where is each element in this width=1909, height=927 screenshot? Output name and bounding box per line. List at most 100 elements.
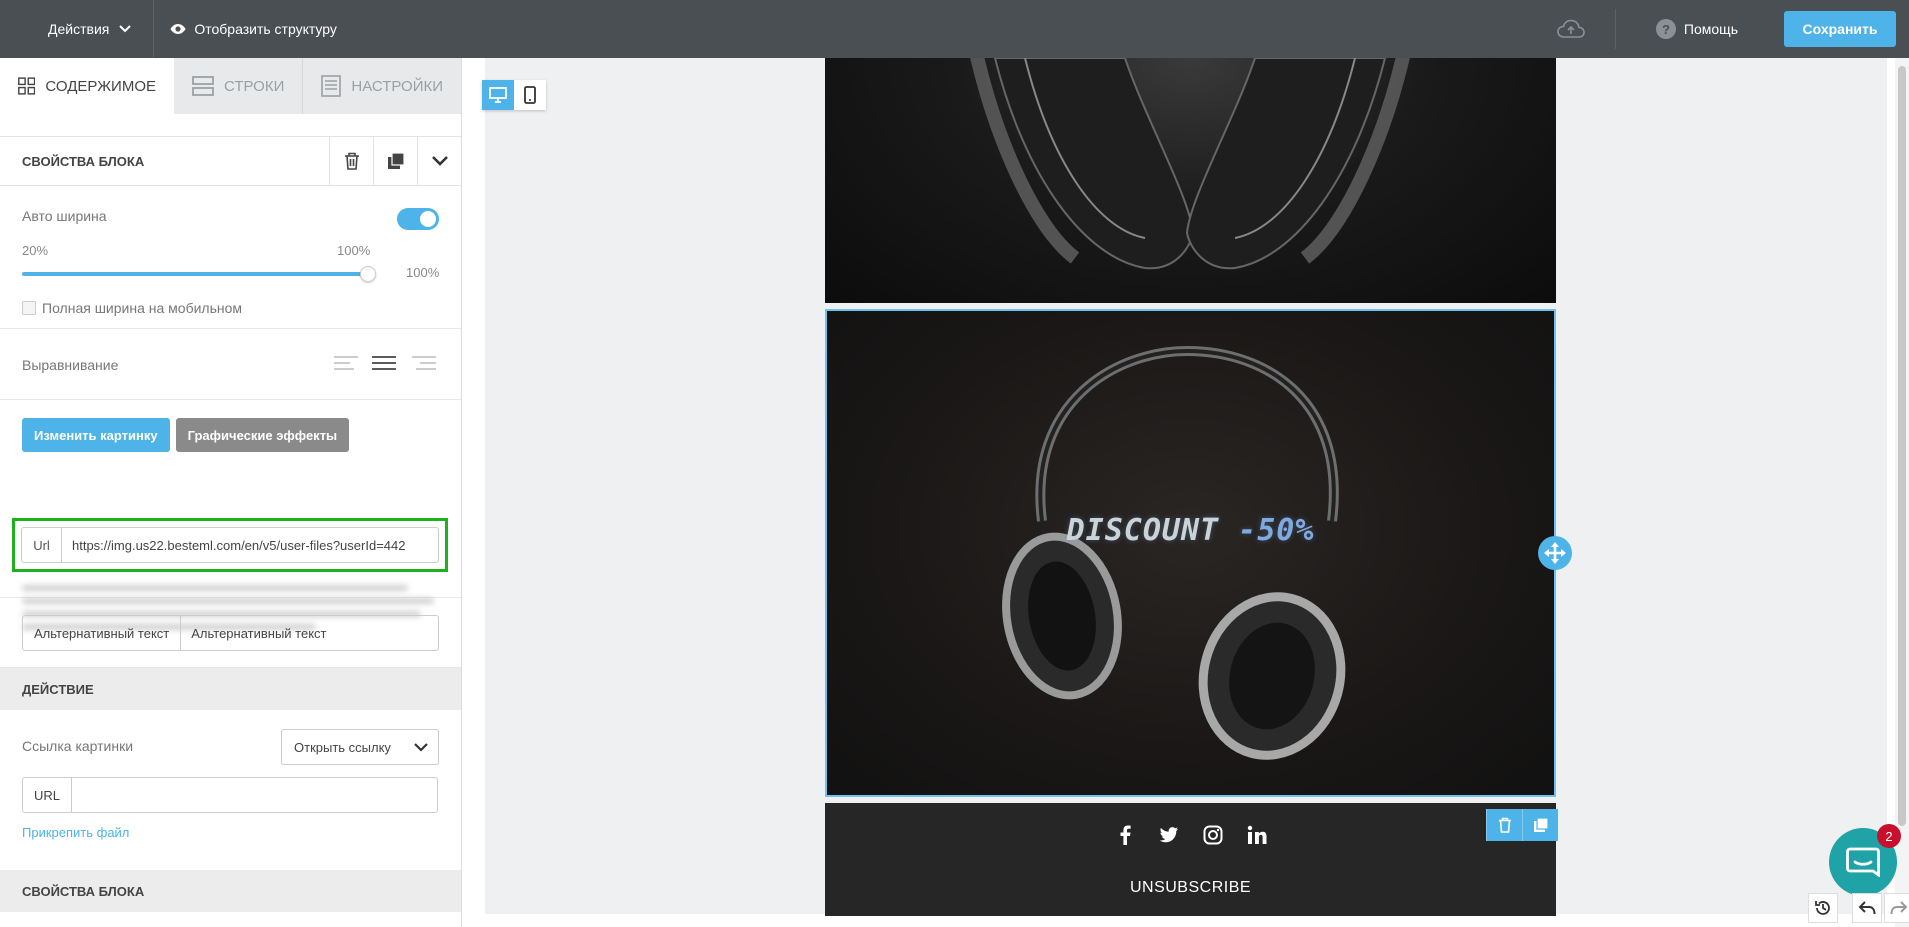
width-slider-track[interactable]: [22, 272, 372, 276]
duplicate-icon: [387, 152, 405, 169]
alignment-section: Выравнивание: [0, 329, 461, 400]
slider-max-label: 100%: [337, 243, 371, 258]
image-link-select-value: Открыть ссылку: [294, 739, 391, 755]
tab-content-label: СОДЕРЖИМОЕ: [45, 77, 156, 95]
unsubscribe-link[interactable]: UNSUBSCRIBE: [825, 879, 1556, 897]
discount-word: DISCOUNT: [1066, 513, 1220, 548]
desktop-icon: [489, 87, 507, 103]
align-center-icon[interactable]: [372, 355, 396, 371]
duplicate-block-button[interactable]: [373, 136, 417, 186]
alignment-label: Выравнивание: [22, 357, 119, 373]
rows-icon: [192, 76, 214, 96]
tab-content[interactable]: СОДЕРЖИМОЕ: [0, 58, 174, 114]
image-link-label: Ссылка картинки: [22, 738, 134, 754]
tab-settings[interactable]: НАСТРОЙКИ: [303, 58, 461, 114]
mobile-icon: [524, 86, 536, 104]
block-properties-header-2: СВОЙСТВА БЛОКА: [0, 870, 461, 912]
structure-label: Отобразить структуру: [194, 21, 337, 37]
cloud-upload-icon: [1557, 19, 1585, 38]
device-switcher: [482, 80, 546, 110]
help-button[interactable]: ? Помощь: [1655, 19, 1738, 39]
mobile-view-button[interactable]: [514, 80, 546, 110]
auto-width-toggle[interactable]: [397, 208, 439, 230]
email-footer: UNSUBSCRIBE: [825, 803, 1558, 916]
redo-icon: [1890, 901, 1908, 915]
full-width-mobile-label: Полная ширина на мобильном: [42, 300, 243, 316]
slider-min-label: 20%: [22, 243, 49, 258]
history-button[interactable]: [1808, 893, 1838, 923]
width-slider-handle[interactable]: [360, 266, 376, 282]
eye-icon: [170, 24, 186, 34]
save-button[interactable]: Сохранить: [1784, 11, 1896, 47]
trash-icon: [344, 152, 359, 170]
chat-notification-badge: 2: [1877, 824, 1901, 848]
delete-block-button[interactable]: [329, 136, 373, 186]
image-url-field-highlight: Url https://img.us22.besteml.com/en/v5/u…: [12, 518, 448, 572]
chevron-down-icon: [431, 156, 448, 166]
block-properties-header: СВОЙСТВА БЛОКА: [0, 136, 461, 186]
link-url-field[interactable]: URL: [22, 777, 438, 813]
history-icon: [1815, 901, 1830, 915]
align-right-icon[interactable]: [412, 355, 436, 371]
scrollbar-thumb[interactable]: [1898, 66, 1906, 826]
url-prefix: Url: [22, 528, 62, 562]
width-section: Авто ширина 20% 100% 100% Полная ширина …: [0, 186, 461, 329]
headphones-top-illustration: [970, 58, 1410, 270]
social-links: [825, 825, 1556, 845]
graphic-effects-button[interactable]: Графические эффекты: [175, 418, 350, 452]
properties-sidebar: СОДЕРЖИМОЕ СТРОКИ НАСТРОЙКИ СВОЙСТВА БЛО…: [0, 58, 462, 927]
help-label: Помощь: [1683, 21, 1738, 37]
actions-menu[interactable]: Действия: [0, 0, 155, 58]
align-left-icon[interactable]: [334, 355, 358, 371]
action-section-header: ДЕЙСТВИЕ: [0, 668, 461, 710]
actions-label: Действия: [48, 21, 110, 37]
twitter-icon[interactable]: [1159, 825, 1179, 845]
block-properties-title: СВОЙСТВА БЛОКА: [22, 153, 145, 169]
auto-width-label: Авто ширина: [22, 208, 107, 224]
move-block-handle[interactable]: [1538, 536, 1572, 570]
link-url-value[interactable]: [72, 778, 437, 812]
image-link-select[interactable]: Открыть ссылку: [281, 729, 439, 765]
show-structure-toggle[interactable]: Отобразить структуру: [154, 21, 337, 37]
alt-text-prefix: Альтернативный текст: [23, 616, 182, 650]
tab-rows-label: СТРОКИ: [224, 77, 285, 95]
attach-file-link[interactable]: Прикрепить файл: [22, 825, 129, 840]
headphones-illustration: [1002, 345, 1346, 760]
alt-text-section: Альтернативный текст Альтернативный текс…: [0, 598, 461, 668]
chevron-down-icon: [414, 743, 428, 752]
move-icon: [1544, 542, 1566, 564]
desktop-view-button[interactable]: [482, 80, 514, 110]
email-preview: DISCOUNT -50% UNSUBSCRIBE: [825, 58, 1558, 916]
instagram-icon[interactable]: [1203, 825, 1223, 845]
image-url-field[interactable]: Url https://img.us22.besteml.com/en/v5/u…: [21, 527, 439, 563]
full-width-mobile-checkbox[interactable]: [22, 301, 36, 315]
chat-icon: [1846, 847, 1880, 877]
image-url-value[interactable]: https://img.us22.besteml.com/en/v5/user-…: [62, 528, 438, 562]
page-scrollbar[interactable]: [1895, 58, 1909, 927]
action-section: Ссылка картинки Открыть ссылку URL Прикр…: [0, 710, 461, 870]
undo-button[interactable]: [1852, 893, 1882, 923]
alt-text-value[interactable]: Альтернативный текст: [181, 616, 438, 650]
grid-icon: [18, 77, 36, 95]
chevron-down-icon: [119, 25, 132, 33]
discount-text: DISCOUNT -50%: [827, 513, 1554, 548]
link-url-prefix: URL: [23, 778, 73, 812]
help-icon: ?: [1655, 19, 1676, 39]
alt-text-field[interactable]: Альтернативный текст Альтернативный текс…: [22, 615, 439, 651]
tab-rows[interactable]: СТРОКИ: [174, 58, 304, 114]
chat-widget-button[interactable]: 2: [1829, 824, 1901, 896]
linkedin-icon[interactable]: [1247, 825, 1267, 845]
change-image-button[interactable]: Изменить картинку: [22, 418, 170, 452]
selected-image-block[interactable]: DISCOUNT -50%: [825, 309, 1556, 797]
redo-button[interactable]: [1884, 893, 1909, 923]
sidebar-tabs: СОДЕРЖИМОЕ СТРОКИ НАСТРОЙКИ: [0, 58, 461, 114]
facebook-icon[interactable]: [1115, 825, 1135, 845]
tab-settings-label: НАСТРОЙКИ: [351, 77, 444, 95]
top-bar: Действия Отобразить структуру ? Помощь С…: [0, 0, 1909, 58]
cloud-upload-button[interactable]: [1551, 19, 1591, 39]
discount-percent: -50%: [1238, 513, 1315, 548]
collapse-block-button[interactable]: [417, 136, 461, 186]
headphones-image-top[interactable]: [825, 58, 1556, 303]
settings-doc-icon: [321, 75, 342, 97]
history-controls: [1808, 893, 1909, 923]
